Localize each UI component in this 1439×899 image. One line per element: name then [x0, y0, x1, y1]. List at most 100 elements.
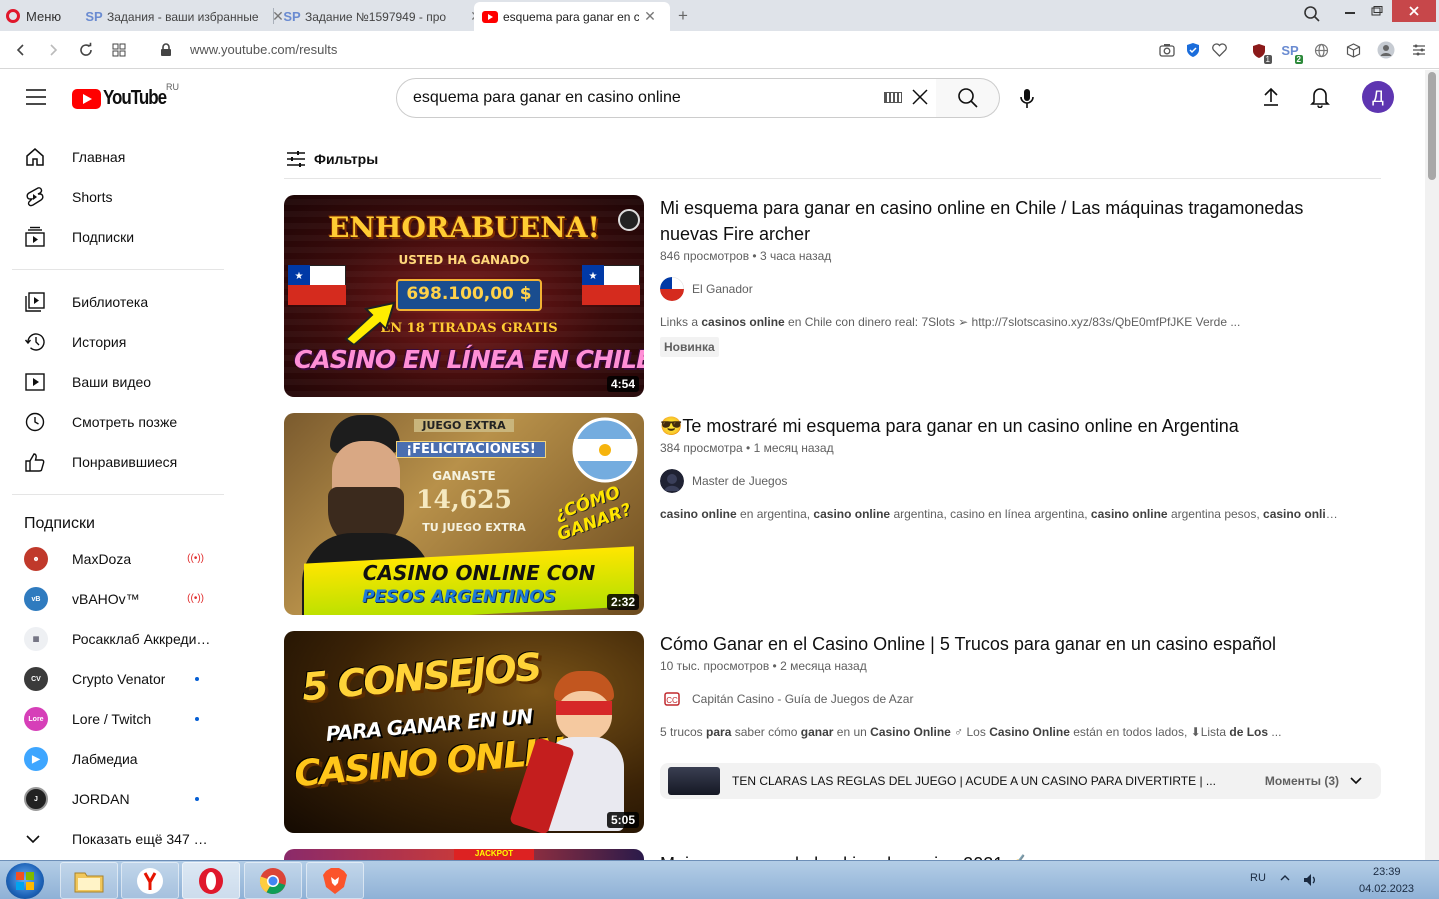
video-duration: 5:05: [606, 812, 639, 828]
minimize-icon[interactable]: [1336, 0, 1364, 22]
globe-icon[interactable]: [1312, 41, 1330, 59]
region-code: RU: [166, 82, 179, 92]
window-close-icon[interactable]: [1392, 0, 1436, 22]
chevron-down-icon[interactable]: [1349, 774, 1363, 788]
subscription-name: vBAHOv™: [72, 591, 140, 607]
sidebar-item-history[interactable]: История: [12, 322, 224, 362]
cube-icon[interactable]: [1344, 41, 1362, 59]
upload-icon[interactable]: [1262, 87, 1280, 107]
desc-text: argentina pesos,: [1167, 507, 1264, 521]
volume-icon[interactable]: [1302, 872, 1318, 888]
video-thumbnail[interactable]: 5 CONSEJOS PARA GANAR EN UN CASINO ONLIN…: [284, 631, 644, 833]
desc-text: en un: [833, 725, 871, 739]
keyboard-icon[interactable]: [884, 92, 902, 103]
sidebar-item-home[interactable]: Главная: [12, 137, 224, 177]
hamburger-menu-icon[interactable]: [26, 89, 46, 105]
restore-icon[interactable]: [1364, 0, 1390, 22]
subscription-item-vbahov[interactable]: vB vBAHOv™ ((•)): [12, 579, 224, 619]
forward-icon[interactable]: [44, 41, 62, 59]
camera-icon[interactable]: [1158, 41, 1176, 59]
sidebar-item-label: Ваши видео: [72, 374, 152, 390]
browser-tab-3-active[interactable]: esquema para ganar en ca ✕: [474, 2, 670, 31]
subscription-item-lore-twitch[interactable]: Lore Lore / Twitch: [12, 699, 224, 739]
reload-icon[interactable]: [77, 41, 95, 59]
subscription-item-labmedia[interactable]: ▶ Лабмедиа: [12, 739, 224, 779]
tab-close-icon[interactable]: ✕: [643, 8, 657, 25]
speed-dial-icon[interactable]: [110, 41, 128, 59]
clear-search-icon[interactable]: [911, 88, 929, 106]
sidebar-item-liked[interactable]: Понравившиеся: [12, 442, 224, 482]
search-query-text[interactable]: esquema para ganar en casino online: [413, 89, 936, 107]
brave-taskbar-button[interactable]: [306, 862, 364, 899]
heart-icon[interactable]: [1210, 41, 1228, 59]
filters-button[interactable]: Фильтры: [286, 150, 378, 168]
video-title[interactable]: 😎Te mostraré mi esquema para ganar en un…: [660, 413, 1360, 439]
youtube-header: YouTube RU esquema para ganar en casino …: [0, 70, 1425, 126]
channel-link[interactable]: El Ganador: [660, 277, 1360, 301]
channel-link[interactable]: CC Capitán Casino - Guía de Juegos de Az…: [660, 687, 1360, 711]
lock-icon[interactable]: [157, 41, 175, 59]
clock-time[interactable]: 23:39: [1373, 866, 1401, 878]
desc-text: en argentina,: [736, 507, 814, 521]
video-title[interactable]: Cómo Ganar en el Casino Online | 5 Truco…: [660, 631, 1360, 657]
subscription-item-rosakklab[interactable]: ▦ Росакклаб Аккредитация: [12, 619, 224, 659]
video-thumbnail[interactable]: JACKPOT: [284, 849, 644, 860]
video-thumbnail[interactable]: ENHORABUENA! USTED HA GANADO 698.100,00 …: [284, 195, 644, 397]
library-icon: [12, 291, 60, 313]
browser-tab-1[interactable]: SP Задания - ваши избранные ✕: [78, 2, 293, 31]
key-moments-bar[interactable]: TEN CLARAS LAS REGLAS DEL JUEGO | ACUDE …: [660, 763, 1381, 799]
vpn-shield-icon[interactable]: [1184, 41, 1202, 59]
video-description: casino online en argentina, casino onlin…: [660, 507, 1340, 521]
subscription-item-maxdoza[interactable]: ☻ MaxDoza ((•)): [12, 539, 224, 579]
sidebar-item-subscriptions[interactable]: Подписки: [12, 217, 224, 257]
notifications-bell-icon[interactable]: [1310, 86, 1330, 108]
page-scrollbar[interactable]: [1425, 70, 1439, 860]
sp-favicon-icon: SP: [283, 9, 301, 24]
video-title[interactable]: Mejor esquema de hacking de casino 2021 …: [660, 851, 1360, 860]
subscription-item-crypto-venator[interactable]: CV Crypto Venator: [12, 659, 224, 699]
language-indicator[interactable]: RU: [1250, 872, 1266, 884]
windows-logo-icon: [16, 872, 34, 890]
subscription-item-jordan[interactable]: J JORDAN: [12, 779, 224, 819]
tab-search-icon[interactable]: [1303, 5, 1321, 23]
new-tab-icon[interactable]: +: [678, 6, 688, 26]
video-result-2: JUEGO EXTRA ¡FELICITACIONES! GANASTE 14,…: [284, 413, 1381, 615]
show-more-button[interactable]: Показать ещё 347 каналов: [12, 819, 224, 859]
back-icon[interactable]: [12, 41, 30, 59]
video-meta: 846 просмотров • 3 часа назад: [660, 249, 832, 263]
sp-extension-icon[interactable]: SP 2: [1281, 41, 1303, 64]
video-thumbnail[interactable]: JUEGO EXTRA ¡FELICITACIONES! GANASTE 14,…: [284, 413, 644, 615]
desc-highlight: casino online: [1263, 507, 1340, 521]
url-field[interactable]: www.youtube.com/results: [190, 42, 337, 57]
video-title[interactable]: Mi esquema para ganar en casino online e…: [660, 195, 1360, 247]
clock-date[interactable]: 04.02.2023: [1359, 883, 1414, 895]
tray-expand-icon[interactable]: [1280, 873, 1290, 883]
explorer-taskbar-button[interactable]: [60, 862, 118, 899]
search-input[interactable]: esquema para ganar en casino online: [396, 78, 937, 118]
browser-tab-2[interactable]: SP Задание №1597949 - про ✕: [276, 2, 491, 31]
search-button[interactable]: [936, 78, 1000, 118]
voice-search-icon[interactable]: [1018, 88, 1036, 110]
opera-taskbar-button[interactable]: [182, 862, 240, 899]
yandex-taskbar-button[interactable]: [121, 862, 179, 899]
sidebar-item-your-videos[interactable]: Ваши видео: [12, 362, 224, 402]
account-avatar[interactable]: Д: [1362, 81, 1394, 113]
opera-menu-button[interactable]: Меню: [6, 5, 61, 27]
youtube-logo[interactable]: YouTube RU: [72, 82, 179, 110]
start-button[interactable]: [6, 863, 44, 899]
sidebar-item-shorts[interactable]: Shorts: [12, 177, 224, 217]
desc-text: en Chile con dinero real: 7Slots ➢ http:…: [784, 315, 1241, 329]
ublock-extension-icon[interactable]: 1: [1250, 41, 1272, 64]
sidebar-item-watch-later[interactable]: Смотреть позже: [12, 402, 224, 442]
desc-highlight: Casino Online: [989, 725, 1070, 739]
profile-icon[interactable]: [1377, 41, 1395, 59]
browser-tab-bar: Меню SP Задания - ваши избранные ✕ SP За…: [0, 0, 1439, 31]
opera-menu-label: Меню: [26, 8, 62, 24]
channel-link[interactable]: Master de Juegos: [660, 469, 1360, 493]
chrome-taskbar-button[interactable]: [244, 862, 302, 899]
easy-setup-icon[interactable]: [1410, 41, 1428, 59]
scrollbar-thumb[interactable]: [1428, 72, 1436, 180]
video-result-3: 5 CONSEJOS PARA GANAR EN UN CASINO ONLIN…: [284, 631, 1381, 833]
sidebar-item-library[interactable]: Библиотека: [12, 282, 224, 322]
video-description: 5 trucos para saber cómo ganar en un Cas…: [660, 725, 1340, 739]
